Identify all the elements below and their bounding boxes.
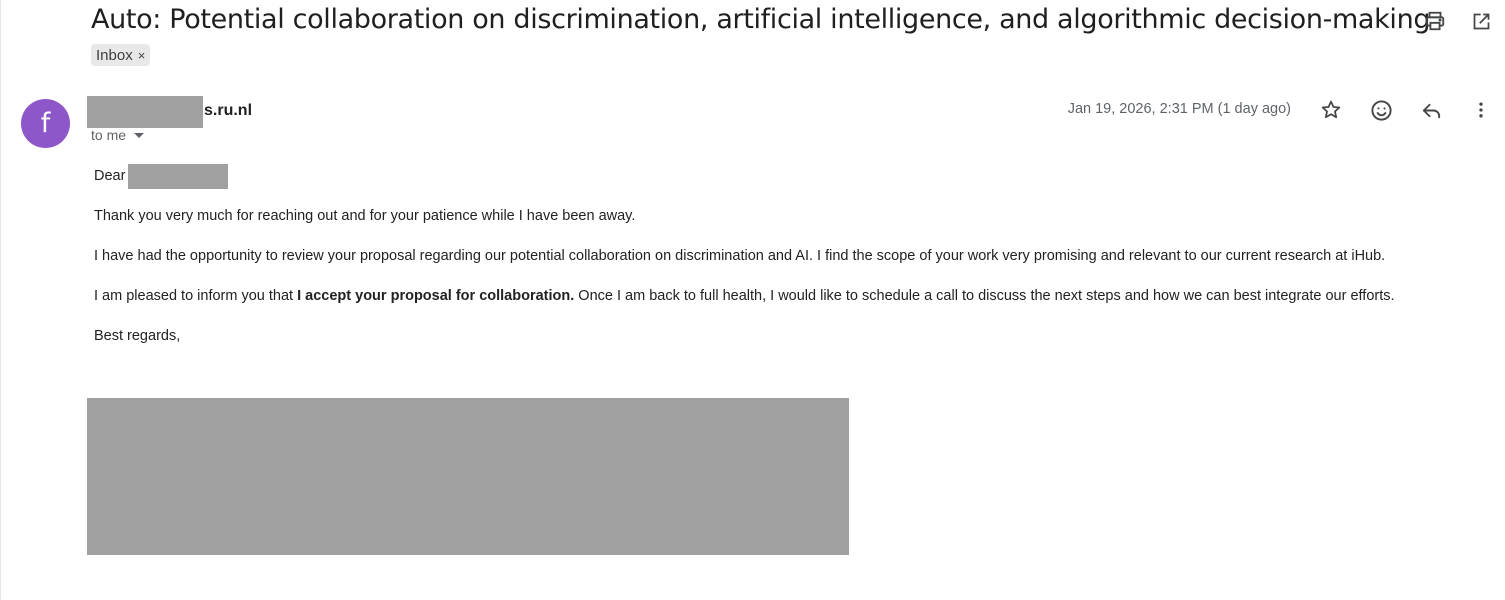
- print-icon[interactable]: [1423, 9, 1447, 33]
- paragraph-3: I am pleased to inform you that I accept…: [94, 285, 1454, 308]
- paragraph-2: I have had the opportunity to review you…: [94, 248, 1386, 264]
- redacted-recipient-name: [128, 163, 229, 189]
- acceptance-statement: I accept your proposal for collaboration…: [297, 288, 575, 304]
- sender-email[interactable]: s.ru.nl: [204, 102, 252, 120]
- star-icon[interactable]: [1319, 98, 1343, 122]
- thread-toolbar: [1423, 9, 1493, 33]
- message-body: Dear Thank you very much for reaching ou…: [94, 163, 1454, 365]
- message-date: Jan 19, 2026, 2:31 PM (1 day ago): [1067, 101, 1291, 117]
- chevron-down-icon[interactable]: [134, 133, 145, 138]
- remove-label-icon[interactable]: ×: [138, 48, 146, 63]
- avatar-letter: f: [40, 108, 51, 139]
- paragraph-1: Thank you very much for reaching out and…: [94, 208, 636, 224]
- greeting: Dear: [94, 163, 1454, 189]
- label-chip-text: Inbox: [96, 46, 133, 64]
- reply-icon[interactable]: [1419, 98, 1443, 122]
- avatar[interactable]: f: [21, 99, 70, 148]
- paragraph-3-start: I am pleased to inform you that: [94, 288, 298, 304]
- paragraph-3-end: Once I am back to full health, I would l…: [574, 288, 1395, 304]
- redacted-sender-name: [87, 96, 203, 128]
- message-actions: [1319, 98, 1493, 122]
- emoji-reaction-icon[interactable]: [1369, 98, 1393, 122]
- closing: Best regards,: [94, 328, 181, 344]
- greeting-text: Dear: [94, 167, 126, 184]
- email-subject: Auto: Potential collaboration on discrim…: [91, 4, 1431, 35]
- pane-border: [0, 0, 1, 600]
- recipient-text: to me: [91, 127, 127, 143]
- more-options-icon[interactable]: [1469, 98, 1493, 122]
- recipient-details-toggle[interactable]: to me: [91, 127, 145, 143]
- redacted-signature: [87, 398, 849, 555]
- label-chip-inbox[interactable]: Inbox ×: [91, 44, 151, 66]
- open-in-new-window-icon[interactable]: [1469, 9, 1493, 33]
- sender-line: s.ru.nl: [87, 96, 252, 128]
